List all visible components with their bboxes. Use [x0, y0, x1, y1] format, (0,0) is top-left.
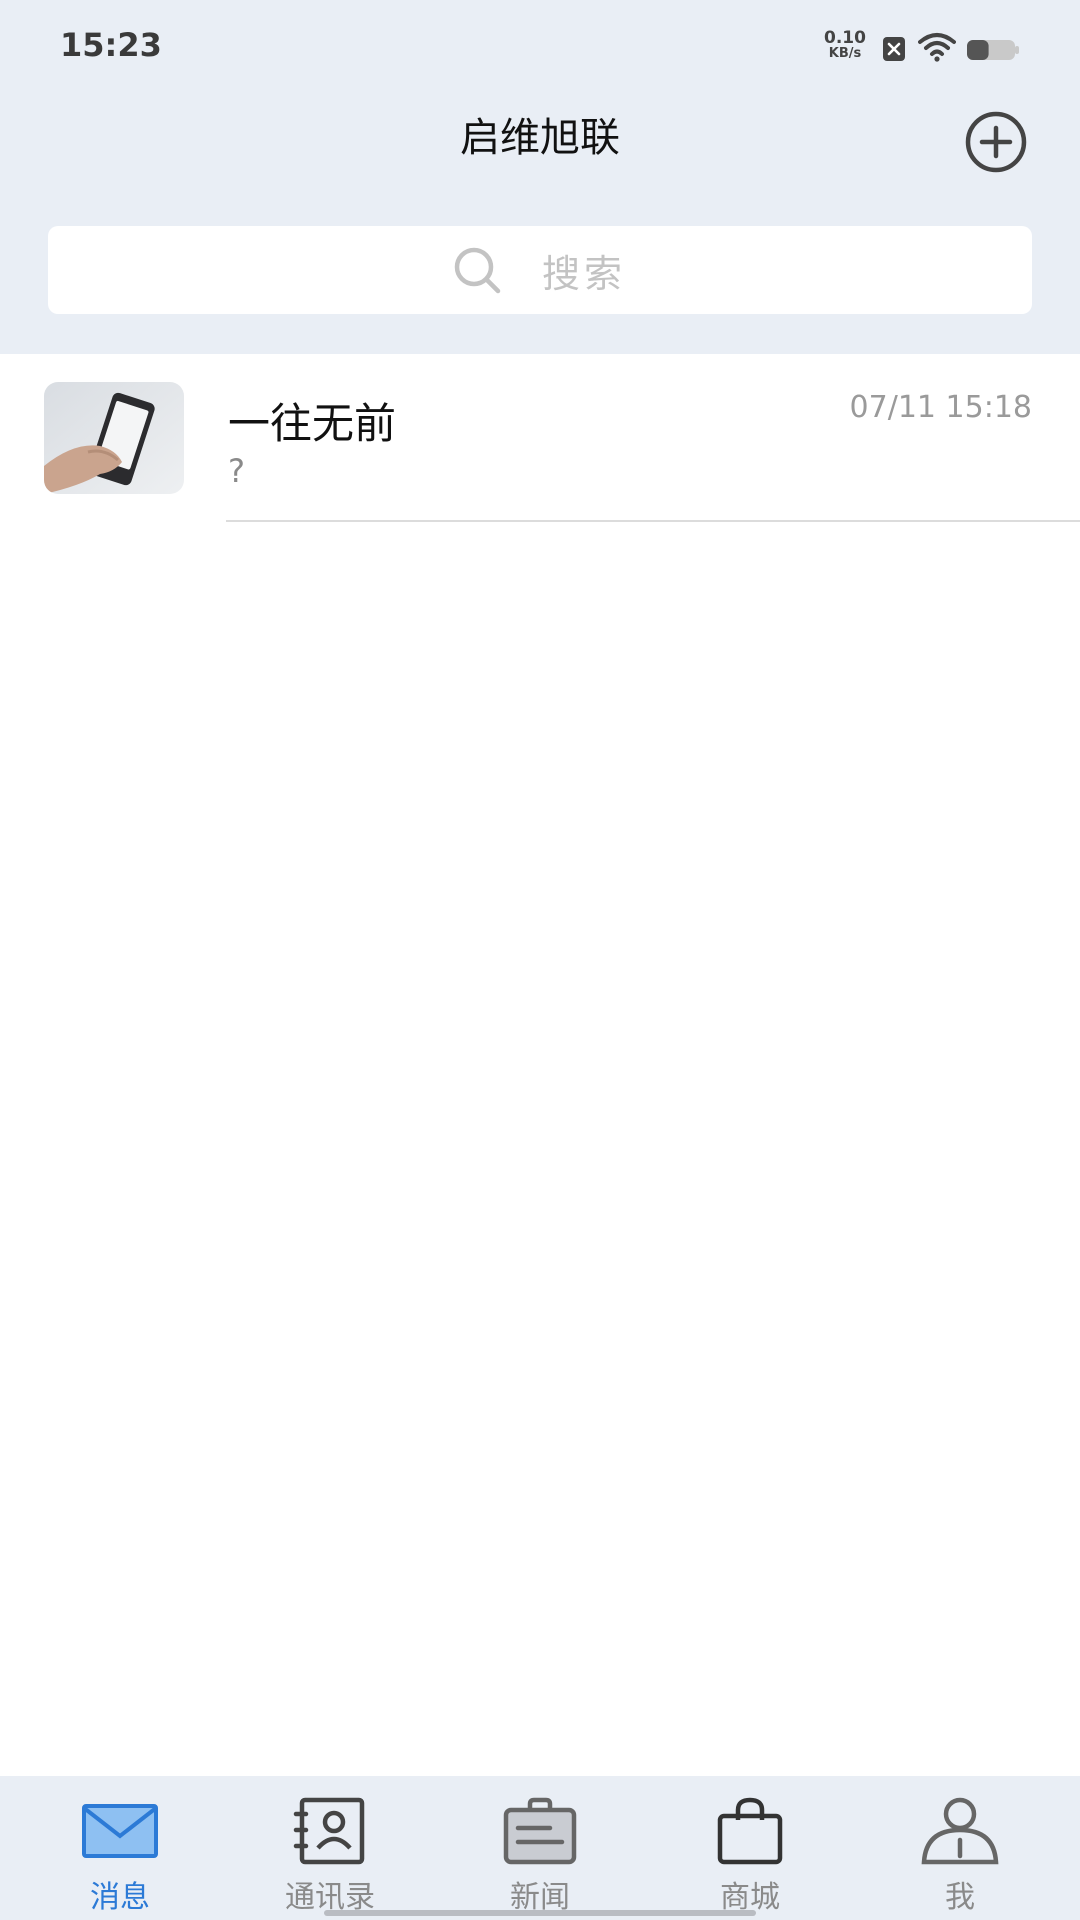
- conversation-name: 一往无前: [228, 399, 397, 448]
- top-area: 15:23 0.10 KB/s 启维旭联 搜索: [0, 0, 1080, 354]
- tab-me-label: 我: [945, 1880, 975, 1915]
- navigation-bar: 启维旭联: [0, 96, 1080, 226]
- sim-off-icon: [883, 37, 905, 61]
- tab-me[interactable]: 我: [852, 1776, 1068, 1920]
- shopping-bag-icon: [717, 1797, 783, 1865]
- tab-mall[interactable]: 商城: [642, 1776, 858, 1920]
- battery-icon: [967, 40, 1019, 60]
- page-title: 启维旭联: [460, 115, 620, 161]
- contacts-book-icon: [293, 1797, 365, 1865]
- avatar: [44, 382, 184, 494]
- wifi-icon: [918, 33, 956, 62]
- conversation-preview: ?: [228, 452, 245, 490]
- network-speed-unit: KB/s: [828, 46, 862, 61]
- search-placeholder: 搜索: [541, 251, 626, 296]
- news-briefcase-icon: [503, 1797, 577, 1865]
- status-time: 15:23: [60, 26, 162, 64]
- conversation-time: 07/11 15:18: [849, 390, 1032, 425]
- person-icon: [921, 1797, 999, 1865]
- home-indicator[interactable]: [324, 1910, 756, 1916]
- search-input[interactable]: 搜索: [48, 226, 1032, 314]
- plus-circle-icon[interactable]: [964, 110, 1028, 174]
- network-speed-value: 0.10: [824, 28, 866, 48]
- envelope-icon: [82, 1804, 158, 1858]
- tab-news[interactable]: 新闻: [432, 1776, 648, 1920]
- status-bar: 15:23 0.10 KB/s: [0, 0, 1080, 96]
- search-icon: [454, 247, 501, 294]
- tab-contacts[interactable]: 通讯录: [222, 1776, 438, 1920]
- tab-bar: 消息 通讯录 新闻 商城 我: [0, 1776, 1080, 1920]
- conversation-item[interactable]: 一往无前 07/11 15:18 ?: [0, 354, 1080, 522]
- network-speed: 0.10 KB/s: [820, 30, 870, 62]
- divider: [226, 520, 1080, 522]
- tab-messages[interactable]: 消息: [12, 1776, 228, 1920]
- search-content: 搜索: [48, 226, 1032, 314]
- tab-messages-label: 消息: [90, 1880, 150, 1915]
